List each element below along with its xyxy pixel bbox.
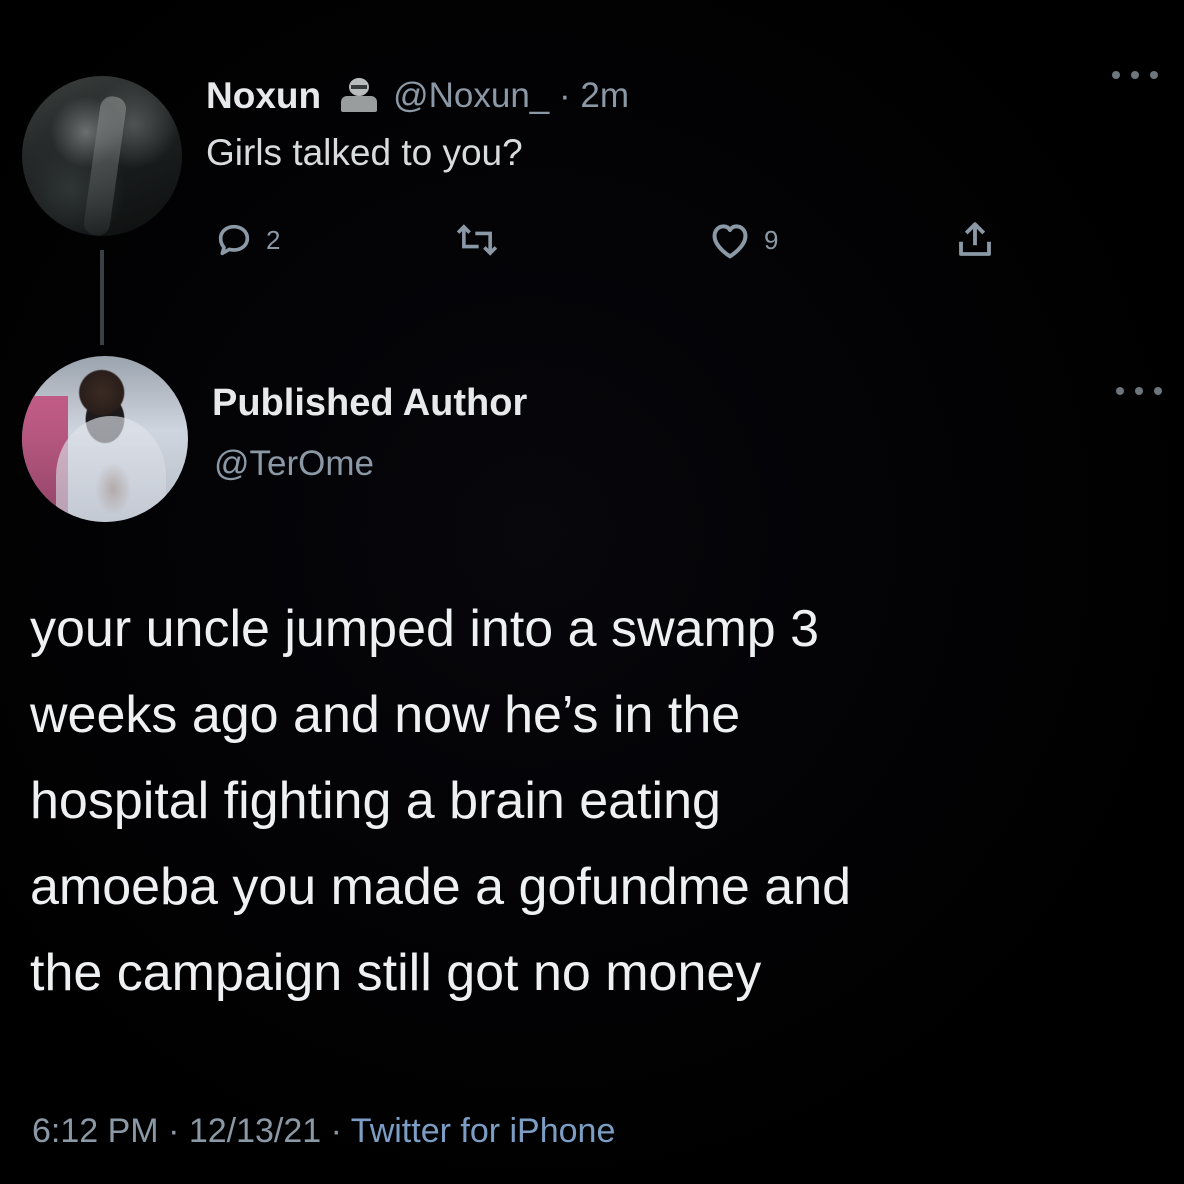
handle-published-author[interactable]: @TerOme	[214, 444, 374, 484]
more-options-icon[interactable]	[1112, 68, 1158, 82]
tweet-text-line: your uncle jumped into a swamp 3	[30, 600, 820, 658]
parent-tweet[interactable]: Noxun @Noxun_ · 2m Girls talked to you? …	[0, 0, 1184, 345]
tweet-timestamp[interactable]: 6:12 PM · 12/13/21 ·	[32, 1112, 351, 1150]
parent-tweet-actions: 2 9	[214, 214, 1014, 266]
tweet-text-line: amoeba you made a gofundme and	[30, 858, 852, 916]
share-icon	[959, 222, 991, 256]
tweet-text-line: hospital fighting a brain eating	[30, 772, 721, 830]
retweet-button[interactable]	[454, 214, 512, 266]
parent-tweet-text: Girls talked to you?	[206, 132, 523, 173]
like-count: 9	[764, 224, 779, 255]
display-name-published-author[interactable]: Published Author	[212, 382, 527, 425]
avatar-noxun[interactable]	[22, 76, 182, 236]
display-name-noxun[interactable]: Noxun	[206, 75, 321, 117]
heart-icon	[712, 224, 748, 259]
more-options-icon[interactable]	[1116, 384, 1162, 398]
like-button[interactable]: 9	[708, 214, 778, 266]
reply-count: 2	[266, 224, 281, 255]
share-button[interactable]	[954, 214, 996, 266]
reply-button[interactable]: 2	[214, 214, 280, 266]
bust-statue-icon	[337, 76, 381, 116]
tweet-text-line: weeks ago and now he’s in the	[30, 686, 741, 744]
retweet-icon	[456, 224, 498, 256]
avatar-published-author[interactable]	[22, 356, 188, 522]
tweet-meta: 6:12 PM · 12/13/21 · Twitter for iPhone	[32, 1112, 615, 1151]
thread-connector-line	[100, 250, 104, 345]
reply-icon	[218, 224, 250, 256]
tweet-source-link[interactable]: Twitter for iPhone	[351, 1112, 616, 1150]
parent-tweet-header: Noxun @Noxun_ · 2m	[206, 72, 629, 120]
tweet-screen: Noxun @Noxun_ · 2m Girls talked to you? …	[0, 0, 1184, 1184]
tweet-text-line: the campaign still got no money	[30, 944, 762, 1002]
reply-tweet-text: your uncle jumped into a swamp 3 weeks a…	[30, 586, 1140, 1016]
handle-and-time: @Noxun_ · 2m	[393, 76, 630, 115]
